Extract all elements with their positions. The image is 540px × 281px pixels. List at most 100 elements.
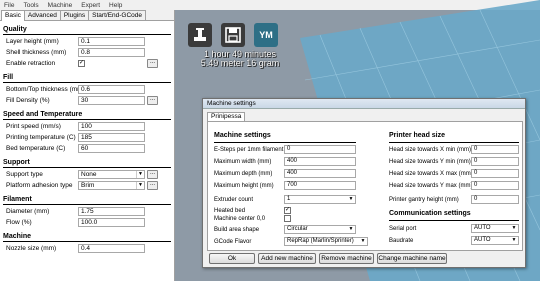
menu-file[interactable]: File — [4, 2, 14, 9]
load-model-button[interactable] — [188, 23, 212, 47]
select-value: Circular — [287, 226, 308, 232]
esteps-input[interactable]: 0 — [284, 145, 356, 154]
max-height-input[interactable]: 700 — [284, 181, 356, 190]
menu-machine[interactable]: Machine — [48, 2, 73, 9]
section-quality: Quality — [3, 26, 27, 33]
tab-machine-prinipessa[interactable]: Prinipessa — [207, 112, 246, 121]
build-shape-label: Build area shape — [214, 226, 260, 233]
add-machine-button[interactable]: Add new machine — [258, 253, 316, 264]
serial-port-select[interactable]: AUTO ▼ — [471, 224, 519, 233]
setting-label: Layer height (mm) — [6, 38, 59, 45]
section-filament: Filament — [3, 196, 32, 203]
select-value: AUTO — [474, 225, 491, 231]
setting-label: Diameter (mm) — [6, 208, 50, 215]
machine-center-label: Machine center 0,0 — [214, 215, 266, 222]
diameter-input[interactable]: 1.75 — [78, 207, 145, 216]
gcode-flavor-select[interactable]: RepRap (Marlin/Sprinter) ▼ — [284, 237, 368, 246]
divider — [3, 204, 171, 205]
gcode-flavor-label: GCode Flavor — [214, 238, 252, 245]
divider — [3, 82, 171, 83]
tab-advanced[interactable]: Advanced — [23, 10, 61, 20]
setting-label: Enable retraction — [6, 60, 56, 67]
setting-fill-density: Fill Density (%) 30 ... — [0, 95, 174, 106]
setting-label: Printing temperature (C) — [6, 134, 76, 141]
tab-start-end-gcode[interactable]: Start/End-GCode — [88, 10, 147, 20]
flow-input[interactable]: 100.0 — [78, 218, 145, 227]
setting-label: Bed temperature (C) — [6, 145, 66, 152]
setting-label: Support type — [6, 171, 43, 178]
build-shape-select[interactable]: Circular ▼ — [284, 225, 356, 234]
load-icon — [194, 28, 206, 41]
adhesion-select[interactable]: Brim ▼ — [78, 181, 145, 190]
fill-density-input[interactable]: 30 — [78, 96, 145, 105]
setting-bed-temp: Bed temperature (C) 60 — [0, 143, 174, 154]
chevron-down-icon: ▼ — [348, 226, 354, 232]
menu-tools[interactable]: Tools — [23, 2, 38, 9]
print-temp-input[interactable]: 185 — [78, 133, 145, 142]
save-icon — [225, 27, 241, 43]
head-ymin-label: Head size towards Y min (mm) — [389, 158, 471, 165]
head-ymax-input[interactable]: 0 — [471, 181, 519, 190]
fill-more-button[interactable]: ... — [147, 96, 158, 105]
setting-flow: Flow (%) 100.0 — [0, 217, 174, 228]
menu-help[interactable]: Help — [109, 2, 122, 9]
nozzle-input[interactable]: 0.4 — [78, 244, 145, 253]
esteps-label: E-Steps per 1mm filament — [214, 146, 284, 153]
bed-temp-input[interactable]: 60 — [78, 144, 145, 153]
setting-label: Nozzle size (mm) — [6, 245, 57, 252]
head-xmin-label: Head size towards X min (mm) — [389, 146, 472, 153]
change-machine-name-button[interactable]: Change machine name — [377, 253, 447, 264]
tab-basic[interactable]: Basic — [1, 10, 25, 21]
ok-button[interactable]: Ok — [209, 253, 255, 264]
section-machine: Machine — [3, 233, 32, 240]
select-value: AUTO — [474, 237, 491, 243]
dialog-title: Machine settings — [203, 99, 525, 109]
divider — [3, 241, 171, 242]
head-ymin-input[interactable]: 0 — [471, 157, 519, 166]
support-type-select[interactable]: None ▼ — [78, 170, 145, 179]
setting-nozzle: Nozzle size (mm) 0.4 — [0, 243, 174, 254]
max-width-label: Maximum width (mm) — [214, 158, 272, 165]
head-xmin-input[interactable]: 0 — [471, 145, 519, 154]
machine-center-checkbox[interactable] — [284, 215, 291, 222]
menu-expert[interactable]: Expert — [81, 2, 100, 9]
tab-plugins[interactable]: Plugins — [59, 10, 90, 20]
section-communication: Communication settings — [389, 210, 471, 217]
select-value: Brim — [81, 182, 95, 189]
heated-bed-checkbox[interactable]: ✓ — [284, 207, 291, 214]
retraction-more-button[interactable]: ... — [147, 59, 158, 68]
support-more-button[interactable]: ... — [147, 170, 158, 179]
chevron-down-icon: ▼ — [348, 196, 354, 202]
divider — [3, 167, 171, 168]
chevron-down-icon: ▼ — [360, 238, 366, 244]
setting-print-speed: Print speed (mm/s) 100 — [0, 121, 174, 132]
section-speed: Speed and Temperature — [3, 111, 83, 118]
remove-machine-button[interactable]: Remove machine — [319, 253, 374, 264]
gantry-height-input[interactable]: 0 — [471, 195, 519, 204]
max-width-input[interactable]: 400 — [284, 157, 356, 166]
retraction-checkbox[interactable]: ✓ — [78, 60, 85, 67]
print-material: 5.49 meter 16 gram — [200, 58, 280, 68]
section-machine-settings: Machine settings — [214, 132, 271, 139]
section-printer-head-size: Printer head size — [389, 132, 446, 139]
baudrate-select[interactable]: AUTO ▼ — [471, 236, 519, 245]
save-gcode-button[interactable] — [221, 23, 245, 47]
adhesion-more-button[interactable]: ... — [147, 181, 158, 190]
settings-tabs: Basic Advanced Plugins Start/End-GCode — [0, 10, 174, 21]
machine-settings-dialog: Machine settings Prinipessa Machine sett… — [202, 98, 526, 268]
chevron-down-icon: ▼ — [136, 182, 144, 189]
setting-label: Platform adhesion type — [6, 182, 73, 189]
print-speed-input[interactable]: 100 — [78, 122, 145, 131]
shell-thickness-input[interactable]: 0.8 — [78, 48, 145, 57]
extruder-count-select[interactable]: 1 ▼ — [284, 195, 356, 204]
bottom-top-input[interactable]: 0.6 — [78, 85, 145, 94]
youmagine-button[interactable]: YM — [254, 23, 278, 47]
setting-print-temp: Printing temperature (C) 185 — [0, 132, 174, 143]
section-fill: Fill — [3, 74, 14, 81]
divider — [389, 220, 519, 221]
chevron-down-icon: ▼ — [136, 171, 144, 178]
divider — [3, 34, 171, 35]
max-depth-input[interactable]: 400 — [284, 169, 356, 178]
head-xmax-input[interactable]: 0 — [471, 169, 519, 178]
layer-height-input[interactable]: 0.1 — [78, 37, 145, 46]
